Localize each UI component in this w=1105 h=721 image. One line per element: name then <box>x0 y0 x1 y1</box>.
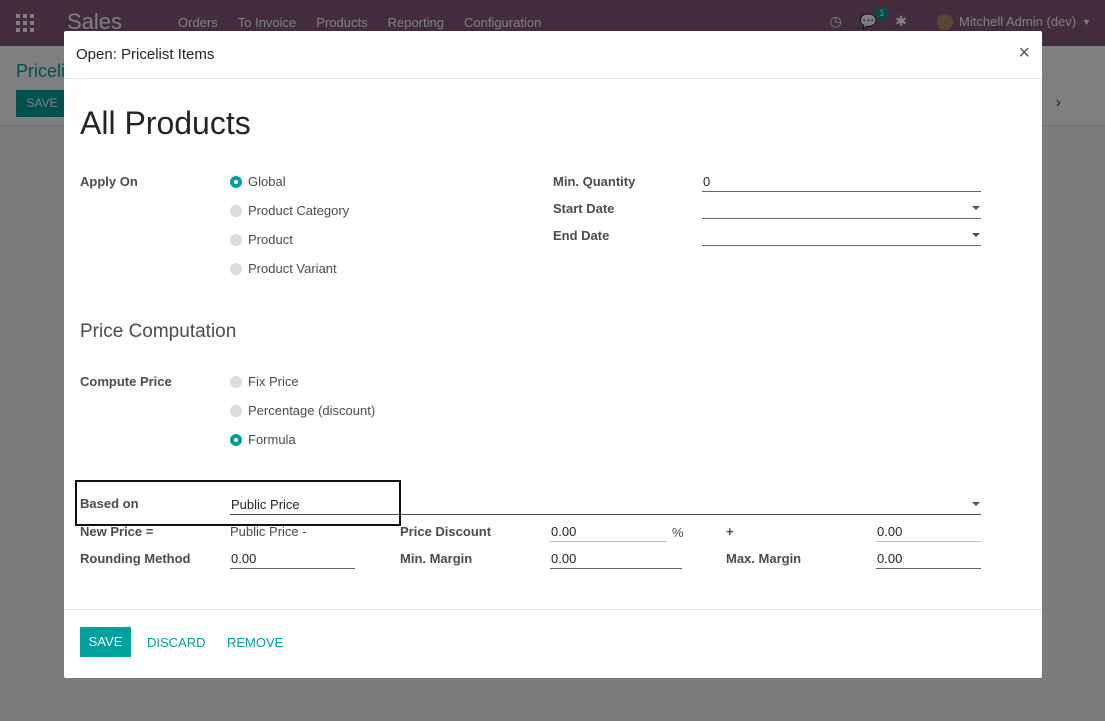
max-margin-field[interactable]: 0.00 <box>876 547 981 569</box>
dialog-body: All Products Apply On Global Product Cat… <box>64 79 1042 609</box>
surcharge-field[interactable]: 0.00 <box>876 520 981 542</box>
radio-label: Product Variant <box>248 261 337 276</box>
dialog-title: Open: Pricelist Items <box>76 46 215 63</box>
start-date-field[interactable] <box>702 197 981 219</box>
highlight-box <box>75 480 401 526</box>
min-margin-field[interactable]: 0.00 <box>550 547 682 569</box>
apply-on-global[interactable]: Global <box>230 174 286 189</box>
new-price-value: Public Price - <box>230 524 307 539</box>
close-icon[interactable]: × <box>1018 42 1030 65</box>
radio-unchecked-icon[interactable] <box>230 204 242 217</box>
apply-on-product-variant[interactable]: Product Variant <box>230 261 337 276</box>
min-margin-label: Min. Margin <box>400 551 473 566</box>
rounding-method-label: Rounding Method <box>80 551 191 566</box>
caret-down-icon[interactable] <box>972 502 980 506</box>
radio-unchecked-icon[interactable] <box>230 375 242 388</box>
end-date-label: End Date <box>553 228 610 243</box>
caret-down-icon[interactable] <box>972 206 980 210</box>
compute-fix-price[interactable]: Fix Price <box>230 374 299 389</box>
radio-label: Formula <box>248 432 296 447</box>
end-date-field[interactable] <box>702 224 981 246</box>
percent-unit: % <box>672 525 684 540</box>
price-discount-label: Price Discount <box>400 524 492 539</box>
pricelist-item-dialog: Open: Pricelist Items × All Products App… <box>64 31 1042 678</box>
compute-percentage[interactable]: Percentage (discount) <box>230 403 375 418</box>
min-quantity-field[interactable]: 0 <box>702 170 981 192</box>
apply-on-product[interactable]: Product <box>230 232 293 247</box>
remove-button[interactable]: REMOVE <box>227 635 283 650</box>
compute-formula[interactable]: Formula <box>230 432 296 447</box>
radio-unchecked-icon[interactable] <box>230 404 242 417</box>
new-price-label: New Price = <box>80 524 154 539</box>
save-button[interactable]: SAVE <box>80 627 131 657</box>
dialog-header: Open: Pricelist Items × <box>64 31 1042 79</box>
apply-on-label: Apply On <box>80 174 138 189</box>
dialog-footer: SAVE DISCARD REMOVE <box>64 609 1042 678</box>
record-name: All Products <box>80 105 251 141</box>
radio-label: Global <box>248 174 286 189</box>
rounding-method-field[interactable]: 0.00 <box>230 547 355 569</box>
radio-checked-icon[interactable] <box>230 433 242 446</box>
price-computation-title: Price Computation <box>80 321 237 342</box>
radio-label: Fix Price <box>248 374 299 389</box>
discard-button[interactable]: DISCARD <box>147 635 206 650</box>
apply-on-product-category[interactable]: Product Category <box>230 203 349 218</box>
min-quantity-label: Min. Quantity <box>553 174 636 189</box>
radio-unchecked-icon[interactable] <box>230 262 242 275</box>
price-discount-field[interactable]: 0.00 <box>550 520 667 542</box>
radio-checked-icon[interactable] <box>230 175 242 188</box>
radio-unchecked-icon[interactable] <box>230 233 242 246</box>
radio-label: Product Category <box>248 203 350 218</box>
start-date-label: Start Date <box>553 201 615 216</box>
caret-down-icon[interactable] <box>972 233 980 237</box>
radio-label: Product <box>248 232 293 247</box>
max-margin-label: Max. Margin <box>726 551 802 566</box>
compute-price-label: Compute Price <box>80 374 172 389</box>
radio-label: Percentage (discount) <box>248 403 376 418</box>
surcharge-label: + <box>726 524 734 539</box>
